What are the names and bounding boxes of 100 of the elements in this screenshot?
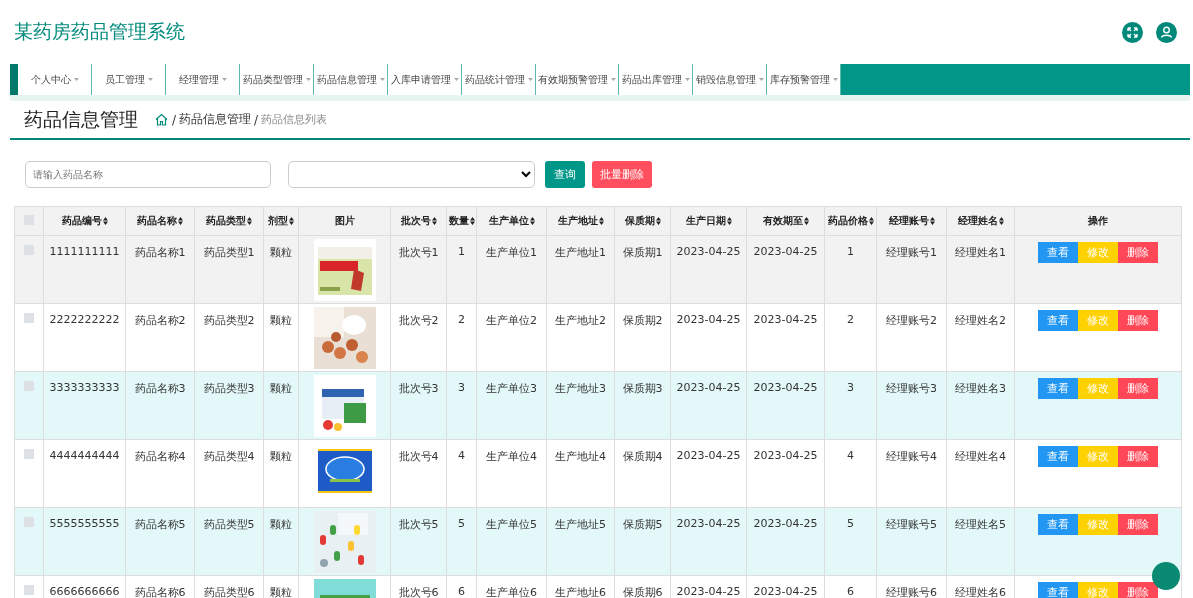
column-header[interactable]: 药品名称	[125, 206, 195, 236]
table-cell: 药品类型5	[203, 518, 255, 531]
row-checkbox[interactable]	[24, 449, 34, 459]
table-cell: 生产单位5	[486, 518, 537, 531]
nav-menu-item[interactable]: 员工管理	[92, 64, 166, 95]
nav-menu-item[interactable]: 入库申请管理	[388, 64, 462, 95]
table-cell: 经理账号5	[886, 518, 937, 531]
table-cell: 颗粒	[270, 450, 292, 463]
table-cell: 经理账号1	[886, 246, 937, 259]
table-cell: 颗粒	[270, 246, 292, 259]
nav-menu-item[interactable]: 个人中心	[18, 64, 92, 95]
column-header[interactable]: 药品类型	[194, 206, 264, 236]
column-header[interactable]: 保质期	[614, 206, 671, 236]
user-icon[interactable]	[1156, 21, 1177, 43]
table-cell: 5555555555	[49, 517, 120, 530]
table-cell: 药品名称2	[134, 314, 186, 327]
caret-icon	[73, 78, 79, 81]
sort-icon	[102, 217, 108, 225]
table-cell: 2023-04-25	[753, 381, 818, 394]
table-cell: 批次号2	[398, 314, 439, 327]
row-checkbox[interactable]	[24, 585, 34, 595]
caret-icon	[379, 78, 385, 81]
search-field[interactable]: 请输入药品名称	[25, 161, 271, 188]
column-header[interactable]: 药品编号	[43, 206, 126, 236]
breadcrumb-separator: /	[172, 112, 177, 127]
table-cell: 保质期5	[622, 518, 663, 531]
breadcrumb-link[interactable]: 药品信息管理	[179, 111, 252, 128]
table-cell: 2023-04-25	[753, 517, 818, 530]
row-checkbox[interactable]	[24, 517, 34, 527]
table-cell: 批次号3	[398, 382, 439, 395]
table-cell: 生产地址6	[555, 586, 606, 598]
table-cell: 保质期3	[622, 382, 663, 395]
nav-menu-item[interactable]: 药品类型管理	[240, 64, 314, 95]
sort-icon	[726, 217, 732, 225]
table-cell: 保质期4	[622, 450, 663, 463]
caret-icon	[832, 78, 838, 81]
table-cell: 药品类型3	[203, 382, 255, 395]
table-cell: 2222222222	[49, 313, 120, 326]
table-cell: 药品名称6	[134, 586, 186, 598]
column-header[interactable]: 有效期至	[746, 206, 825, 236]
site-title: 某药房药品管理系统	[14, 19, 185, 44]
table-cell: 3	[847, 381, 854, 394]
column-header[interactable]: 药品价格	[824, 206, 877, 236]
column-header[interactable]: 剂型	[263, 206, 299, 236]
table-cell: 药品类型1	[203, 246, 255, 259]
table-cell: 药品类型4	[203, 450, 255, 463]
nav-menu-item[interactable]: 有效期预警管理	[536, 64, 619, 95]
row-checkbox[interactable]	[24, 313, 34, 323]
nav-menu-item[interactable]: 库存预警管理	[767, 64, 841, 95]
column-header[interactable]: 数量	[446, 206, 477, 236]
nav-menu-item[interactable]: 药品出库管理	[619, 64, 693, 95]
table-cell: 2023-04-25	[753, 449, 818, 462]
nav-menu-item[interactable]: 销毁信息管理	[693, 64, 767, 95]
column-header[interactable]: 生产地址	[546, 206, 615, 236]
table-cell: 生产地址2	[555, 314, 606, 327]
table-cell: 药品类型2	[203, 314, 255, 327]
table-cell: 生产单位1	[486, 246, 537, 259]
caret-icon	[221, 78, 227, 81]
table-cell: 2023-04-25	[676, 381, 741, 394]
table-cell: 颗粒	[270, 314, 292, 327]
query-button[interactable]: 查询	[545, 161, 585, 188]
table-cell: 药品名称1	[134, 246, 186, 259]
table-cell: 保质期6	[622, 586, 663, 598]
sort-icon	[803, 217, 809, 225]
table-cell: 生产单位4	[486, 450, 537, 463]
nav-menu-item[interactable]: 经理管理	[166, 64, 240, 95]
sort-icon	[655, 217, 661, 225]
table-cell: 生产地址5	[555, 518, 606, 531]
table-cell: 6	[458, 585, 465, 598]
home-icon[interactable]	[155, 113, 168, 126]
table-cell: 5	[847, 517, 854, 530]
caret-icon	[453, 78, 459, 81]
type-select[interactable]	[288, 161, 535, 188]
nav-menu-item[interactable]: 药品信息管理	[314, 64, 388, 95]
breadcrumb-separator: /	[254, 112, 259, 127]
table-cell: 经理姓名2	[955, 314, 1006, 327]
table-cell: 5	[458, 517, 465, 530]
sort-icon	[529, 217, 535, 225]
table-cell: 2023-04-25	[676, 245, 741, 258]
nav-menu-item[interactable]: 药品统计管理	[462, 64, 536, 95]
column-header[interactable]: 生产单位	[476, 206, 547, 236]
sort-icon	[289, 217, 294, 225]
table-cell: 2023-04-25	[753, 245, 818, 258]
fullscreen-icon[interactable]	[1122, 21, 1143, 43]
row-checkbox[interactable]	[24, 381, 34, 391]
table-cell: 保质期1	[622, 246, 663, 259]
column-header[interactable]: 批次号	[390, 206, 447, 236]
column-header[interactable]: 经理姓名	[946, 206, 1015, 236]
column-header[interactable]: 生产日期	[670, 206, 747, 236]
column-header[interactable]: 经理账号	[876, 206, 947, 236]
column-header: 操作	[1014, 206, 1182, 236]
caret-icon	[305, 78, 311, 81]
table-cell: 经理姓名3	[955, 382, 1006, 395]
table-cell: 2	[847, 313, 854, 326]
sort-icon	[247, 217, 252, 225]
breadcrumb-current: 药品信息列表	[261, 112, 328, 127]
sort-icon	[868, 217, 874, 225]
table-cell: 3	[458, 381, 465, 394]
table-cell: 药品名称4	[134, 450, 186, 463]
sort-icon	[178, 217, 183, 225]
